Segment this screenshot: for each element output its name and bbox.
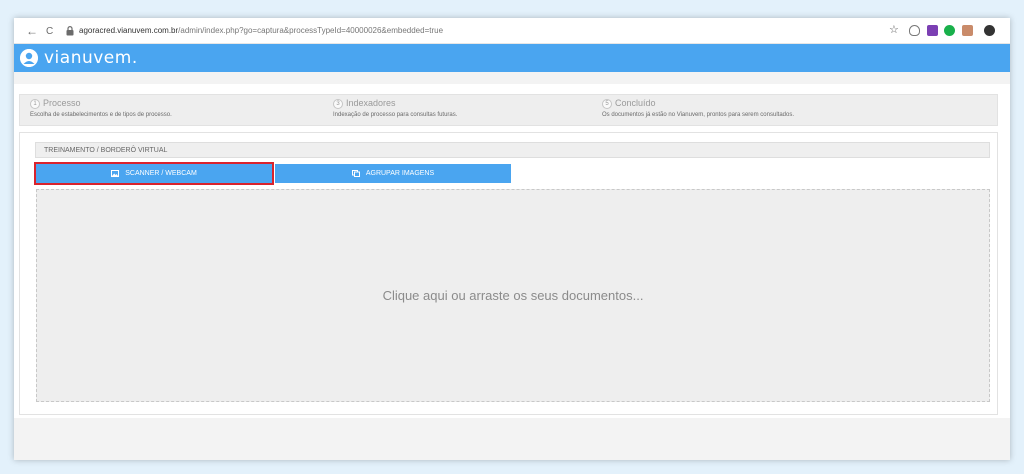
reload-icon[interactable]: C bbox=[46, 25, 53, 39]
agrupar-imagens-button[interactable]: AGRUPAR IMAGENS bbox=[275, 164, 511, 183]
app-header: vianuvem. bbox=[14, 44, 1010, 72]
browser-toolbar: ← C agoracred.vianuvem.com.br/admin/inde… bbox=[14, 18, 1010, 44]
url-host: agoracred.vianuvem.com.br bbox=[79, 26, 179, 35]
step-indexadores: 3 Indexadores Indexação de processo para… bbox=[333, 98, 457, 119]
step-title: Concluído bbox=[615, 98, 656, 108]
purple-extension-icon[interactable] bbox=[927, 25, 938, 36]
browser-window: ← C agoracred.vianuvem.com.br/admin/inde… bbox=[14, 18, 1010, 460]
address-bar[interactable]: agoracred.vianuvem.com.br/admin/index.ph… bbox=[79, 25, 443, 37]
agrupar-imagens-label: AGRUPAR IMAGENS bbox=[365, 170, 435, 177]
step-number: 3 bbox=[333, 98, 343, 109]
step-description: Indexação de processo para consultas fut… bbox=[333, 112, 458, 118]
step-description: Escolha de estabelecimentos e de tipos d… bbox=[30, 112, 172, 118]
lock-icon bbox=[66, 26, 74, 36]
shield-extension-icon[interactable] bbox=[909, 25, 920, 36]
section-title: TREINAMENTO / BORDERÔ VIRTUAL bbox=[44, 147, 168, 154]
url-path: /admin/index.php?go=captura&processTypeI… bbox=[178, 26, 444, 35]
step-processo: 1 Processo Escolha de estabelecimentos e… bbox=[30, 98, 172, 119]
bookmark-star-icon[interactable]: ☆ bbox=[889, 24, 899, 36]
scanner-webcam-button[interactable]: SCANNER / WEBCAM bbox=[34, 162, 274, 185]
step-number: 1 bbox=[30, 98, 40, 109]
image-extension-icon[interactable] bbox=[962, 25, 973, 36]
page-footer bbox=[14, 418, 1010, 460]
copy-icon bbox=[351, 170, 360, 177]
step-concluido: 5 Concluído Os documentos já estão no Vi… bbox=[602, 98, 794, 119]
progress-steps: 1 Processo Escolha de estabelecimentos e… bbox=[19, 94, 998, 126]
green-extension-icon[interactable] bbox=[944, 25, 955, 36]
capture-panel: TREINAMENTO / BORDERÔ VIRTUAL SCANNER / … bbox=[19, 132, 998, 415]
subheader-strip bbox=[14, 72, 1010, 84]
image-icon bbox=[111, 170, 120, 177]
profile-avatar-icon[interactable] bbox=[984, 25, 995, 36]
step-title: Processo bbox=[43, 98, 81, 108]
step-description: Os documentos já estão no Vianuvem, pron… bbox=[602, 112, 794, 118]
dropzone-text: Clique aqui ou arraste os seus documento… bbox=[382, 288, 644, 303]
step-number: 5 bbox=[602, 98, 612, 109]
vianuvem-logo-icon bbox=[20, 49, 38, 67]
brand-name: vianuvem. bbox=[44, 48, 138, 68]
scanner-webcam-label: SCANNER / WEBCAM bbox=[125, 170, 197, 177]
section-header: TREINAMENTO / BORDERÔ VIRTUAL bbox=[35, 142, 990, 158]
back-icon[interactable]: ← bbox=[26, 24, 38, 38]
step-title: Indexadores bbox=[346, 98, 396, 108]
document-dropzone[interactable]: Clique aqui ou arraste os seus documento… bbox=[36, 189, 990, 402]
